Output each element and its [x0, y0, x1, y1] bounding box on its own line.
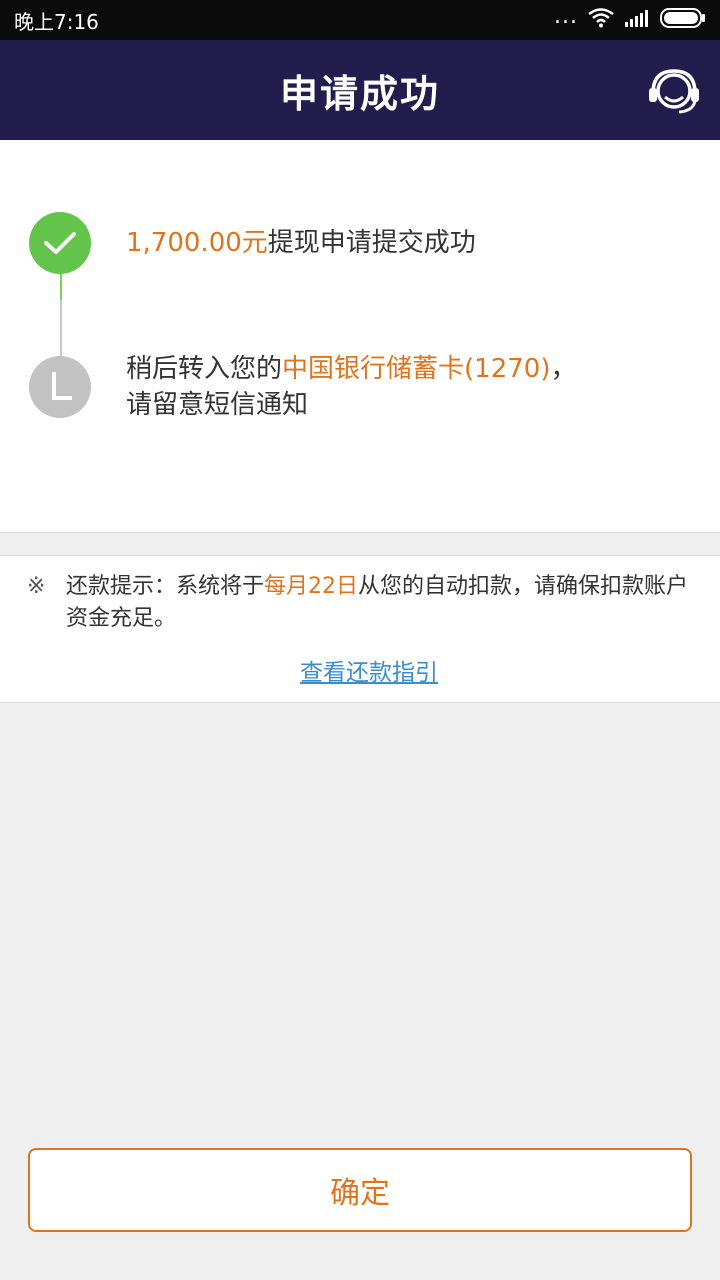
status-time: 晚上7:16: [14, 9, 99, 34]
bank-card: 中国银行储蓄卡(1270): [282, 354, 551, 384]
withdraw-success-page: 晚上7:16 ... 申请成功 1,700.00元提现申请提交成功 稍后转入您的…: [0, 0, 720, 1280]
repayment-date: 每月22日: [264, 574, 359, 599]
step-transfer-line2: 请留意短信通知: [126, 390, 309, 420]
step-done-marker: [29, 212, 91, 274]
repayment-guide-link[interactable]: 查看还款指引: [300, 653, 438, 687]
notice-text: 还款提示：系统将于每月22日从您的自动扣款，请确保扣款账户资金充足。: [66, 571, 706, 635]
status-bar: 晚上7:16 ...: [0, 0, 720, 40]
progress-steps-card: [0, 140, 720, 533]
notice-prefix: 还款提示：系统将于: [66, 574, 265, 599]
status-icons: ...: [554, 4, 706, 33]
headset-icon: [649, 69, 699, 114]
customer-service-button[interactable]: [646, 64, 702, 120]
check-icon: [44, 232, 76, 254]
notice-mark: ※: [27, 574, 46, 599]
step-submitted-label: 提现申请提交成功: [267, 228, 476, 258]
clock-icon: [52, 372, 72, 400]
withdraw-amount: 1,700.00元: [126, 228, 268, 258]
more-dots: ...: [554, 4, 578, 29]
step-transfer-prefix: 稍后转入您的: [126, 354, 283, 384]
confirm-button[interactable]: 确定: [28, 1148, 692, 1232]
signal-icon: [624, 8, 650, 32]
app-header: 申请成功: [0, 40, 720, 140]
step-connector: [60, 268, 62, 358]
step-transfer-comma: ，: [550, 354, 577, 384]
step-submitted-text: 1,700.00元提现申请提交成功: [126, 225, 476, 261]
step-pending-marker: [29, 356, 91, 418]
page-title: 申请成功: [279, 71, 440, 116]
step-transfer-text: 稍后转入您的中国银行储蓄卡(1270)， 请留意短信通知: [126, 351, 686, 423]
repayment-notice: ※ 还款提示：系统将于每月22日从您的自动扣款，请确保扣款账户资金充足。 查看还…: [0, 555, 720, 703]
wifi-icon: [588, 7, 614, 33]
battery-icon: [660, 7, 706, 33]
